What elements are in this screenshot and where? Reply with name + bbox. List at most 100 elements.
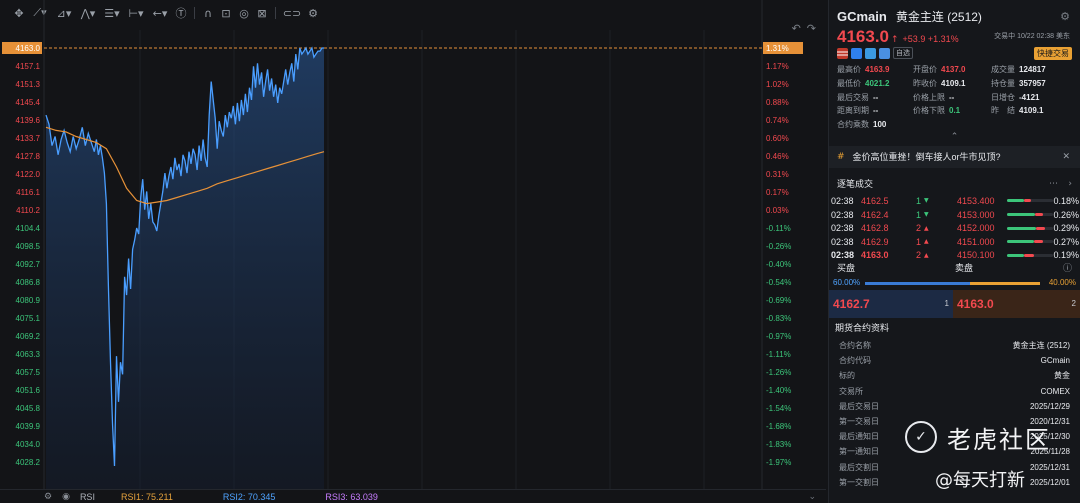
stat-label: 最后交易	[837, 92, 869, 102]
y-left-tick: 4151.3	[16, 80, 41, 89]
bid-price: 4162.7	[833, 296, 870, 311]
gear-icon[interactable]: ⚙	[44, 492, 52, 502]
chart-pane[interactable]: ✥ ⟋▾ ⊿▾ ⋀▾ ☰▾ ⊢▾ ←▾ Ⓣ ∩ ⊡ ◎ ⊠ ⊂⊃ ⚙ ↶ ↷ 4…	[0, 0, 826, 503]
stat-value: 357957	[1019, 78, 1046, 88]
y-left-tick: 4104.4	[16, 224, 41, 233]
hash-icon: #	[837, 151, 845, 162]
y-left-tick: 4028.2	[16, 458, 41, 467]
y-right-tick: 1.17%	[766, 62, 789, 71]
news-headline[interactable]: 金价高位重挫！倒车接人or牛市见顶?	[853, 150, 1001, 163]
ask-price: 4163.0	[957, 296, 994, 311]
price-change: +53.9 +1.31%	[902, 34, 959, 44]
futures-value: 黄金	[1054, 371, 1070, 381]
y-right-tick: -1.40%	[766, 386, 791, 395]
y-right-tick: -0.83%	[766, 314, 791, 323]
dist-bar-green	[1007, 253, 1025, 257]
y-left-tick: 4139.6	[16, 116, 41, 125]
futures-row: 交易所 COMEX	[839, 384, 1070, 399]
y-left-tick: 4051.6	[16, 386, 41, 395]
y-right-tick: 0.88%	[766, 98, 789, 107]
dist-bar-green	[1007, 226, 1036, 230]
y-right-tick: -0.40%	[766, 260, 791, 269]
futures-row: 合约代码 GCmain	[839, 353, 1070, 368]
tick-qty: 1	[915, 236, 921, 247]
y-right-tick: 1.31%	[766, 44, 789, 53]
contract-name: 黄金主连 (2512)	[895, 10, 982, 24]
y-left-tick: 4086.8	[16, 278, 41, 287]
futures-label: 交易所	[839, 386, 863, 396]
tick-time: 02:38	[831, 250, 855, 261]
y-left-tick: 4116.1	[16, 188, 40, 197]
dist-pct: 0.29%	[1053, 223, 1079, 234]
stat-label: 开盘价	[913, 65, 937, 74]
rsi2-value: RSI2: 70.345	[222, 491, 276, 502]
y-left-tick: 4163.0	[16, 44, 41, 53]
y-right-tick: -1.11%	[766, 350, 791, 359]
futures-value: 2025/12/31	[1029, 462, 1070, 472]
sell-label: 卖盘	[955, 263, 974, 274]
dist-bar	[1007, 253, 1053, 257]
futures-label: 第一交割日	[839, 477, 879, 487]
futures-label: 第一交易日	[839, 417, 879, 427]
tick-qty: 2	[915, 223, 921, 234]
best-bid[interactable]: 4162.7 1	[829, 289, 953, 318]
futures-label: 标的	[839, 371, 855, 381]
dist-price: 4153.400	[957, 195, 995, 206]
futures-value: 黄金主连 (2512)	[1012, 341, 1070, 351]
dist-pct: 0.26%	[1053, 209, 1079, 220]
price-area-fill	[46, 48, 324, 489]
y-left-tick: 4110.2	[16, 206, 40, 215]
y-right-tick: 0.74%	[766, 116, 789, 125]
info-icon[interactable]: ⓘ	[1063, 261, 1072, 274]
futures-value: COMEX	[1040, 386, 1070, 396]
dist-price: 4153.000	[957, 209, 995, 220]
y-right-tick: -1.68%	[766, 422, 791, 431]
close-icon[interactable]: ✕	[1062, 152, 1070, 162]
stat-cell: 成交量 124817	[991, 64, 1080, 77]
y-right-tick: -0.26%	[766, 242, 791, 251]
symbol: GCmain	[837, 9, 887, 24]
stat-value: 4163.9	[865, 65, 890, 74]
news-banner[interactable]: # 金价高位重挫！倒车接人or牛市见顶? ✕	[829, 145, 1080, 168]
add-watchlist-button[interactable]: 自选	[893, 47, 913, 59]
market-status: 交易中 10/22 02:38 美东	[994, 33, 1070, 40]
tick-direction-icon: ▲	[924, 238, 929, 246]
futures-label: 最后通知日	[839, 432, 879, 442]
price-chart[interactable]: 4163.0 4157.1 4151.3 4145.4 4139.6 4133.7 4127…	[0, 0, 826, 489]
dist-price: 4150.100	[957, 250, 995, 261]
tick-time: 02:38	[831, 209, 854, 220]
dist-bar-green	[1007, 199, 1024, 203]
y-right-tick: 0.60%	[766, 134, 789, 143]
stat-label: 合约乘数	[837, 120, 869, 130]
stat-value: --	[873, 92, 879, 102]
eye-icon[interactable]: ◉	[62, 492, 70, 502]
bid-ask-ratio: 60.00% 40.00%	[829, 276, 1080, 290]
dist-bar-red	[1023, 199, 1031, 203]
stat-cell: 开盘价 4137.0	[913, 64, 991, 77]
stat-value: --	[873, 106, 879, 116]
futures-value: 2025/12/29	[1029, 401, 1070, 411]
dist-bar	[1007, 213, 1053, 217]
chevron-down-icon[interactable]: ⌄	[808, 492, 816, 502]
stat-label: 昨收价	[913, 78, 937, 88]
arrow-up-icon: ↑	[891, 35, 899, 45]
tick-time: 02:38	[831, 223, 854, 234]
stat-label: 距离到期	[837, 106, 869, 116]
tick-qty: 2	[915, 250, 921, 261]
collapse-caret-icon[interactable]: ⌃	[829, 132, 1080, 144]
stat-cell: 昨收价 4109.1	[913, 78, 991, 91]
y-left-tick: 4057.5	[16, 368, 41, 377]
y-right-tick: -0.69%	[766, 296, 791, 305]
dist-price: 4151.000	[957, 236, 995, 247]
quick-trade-button[interactable]: 快捷交易	[1034, 47, 1072, 60]
y-right-tick: -1.83%	[766, 440, 791, 449]
best-ask[interactable]: 4163.0 2	[953, 289, 1080, 318]
tick-price: 4162.4	[861, 209, 889, 220]
stat-label: 日增仓	[991, 92, 1015, 102]
chevron-right-icon[interactable]: ›	[1068, 179, 1072, 189]
dist-bar-red	[1024, 253, 1034, 257]
tick-qty: 1	[915, 195, 921, 206]
gear-icon[interactable]: ⚙	[1060, 10, 1070, 23]
buy-label: 买盘	[837, 263, 856, 274]
more-icon[interactable]: ⋯	[1049, 179, 1058, 189]
